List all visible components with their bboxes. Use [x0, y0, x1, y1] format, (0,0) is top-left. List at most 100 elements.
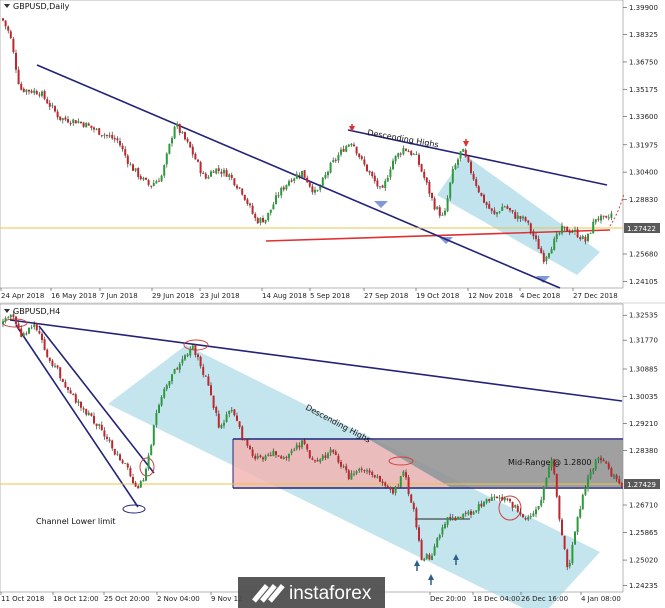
candle-body	[576, 229, 579, 238]
candle-body	[529, 223, 532, 232]
candle-body	[72, 119, 75, 123]
x-tick-label: 14 Aug 2018	[262, 292, 307, 300]
svg-text:instaforex: instaforex	[289, 583, 372, 604]
candle-body	[542, 487, 545, 500]
candle-body	[22, 88, 25, 92]
candle-body	[334, 451, 337, 455]
candle-body	[210, 385, 212, 396]
candle-body	[119, 454, 121, 461]
candle-body	[4, 20, 7, 27]
candle-body	[69, 123, 72, 125]
candle-body	[163, 165, 166, 176]
candle-body	[462, 513, 465, 518]
candle-body	[470, 511, 472, 515]
candle-body	[506, 206, 509, 209]
candle-body	[264, 219, 267, 223]
candle-body	[243, 194, 246, 200]
candle-body	[433, 198, 436, 210]
candle-body	[488, 204, 491, 209]
candle-body	[77, 121, 80, 123]
candle-body	[592, 221, 595, 234]
candle-body	[262, 457, 264, 460]
candle-body	[165, 385, 168, 390]
candle-body	[272, 204, 275, 210]
candle-body	[535, 509, 537, 515]
candle-body	[483, 195, 485, 203]
candle-body	[555, 234, 558, 239]
candle-body	[418, 154, 420, 165]
candle-body	[350, 143, 353, 146]
candle-body	[74, 120, 77, 124]
candle-body	[280, 456, 283, 459]
candle-body	[7, 317, 10, 319]
candle-body	[236, 185, 238, 189]
candle-body	[366, 164, 368, 172]
candle-body	[98, 128, 101, 135]
h4-title: GBPUSD,H4	[4, 307, 60, 316]
candle-body	[152, 425, 155, 445]
candle-body	[334, 159, 337, 161]
candle-body	[438, 207, 441, 216]
candle-body	[155, 181, 158, 184]
candle-body	[93, 415, 95, 424]
candle-body	[173, 126, 176, 139]
candle-body	[178, 364, 181, 370]
candle-body	[256, 456, 259, 459]
candle-body	[197, 354, 199, 358]
candle-body	[20, 83, 23, 90]
candle-body	[340, 149, 342, 155]
candle-body	[38, 331, 41, 334]
candle-body	[126, 463, 129, 468]
candle-body	[126, 155, 129, 164]
candle-body	[545, 256, 548, 262]
candle-body	[428, 554, 431, 560]
y-tick-label: 1.30400	[629, 169, 658, 177]
candle-body	[243, 438, 246, 440]
candle-body	[485, 499, 488, 503]
candle-body	[228, 410, 231, 414]
candle-body	[353, 473, 355, 475]
candle-body	[418, 527, 420, 541]
candle-body	[275, 451, 277, 455]
candle-body	[246, 439, 249, 446]
candle-body	[581, 235, 584, 240]
candle-body	[579, 509, 582, 518]
candle-body	[475, 510, 478, 512]
candle-body	[436, 206, 439, 210]
candle-body	[204, 375, 207, 377]
candle-body	[145, 468, 147, 481]
candle-body	[186, 354, 189, 357]
candle-body	[288, 454, 290, 459]
candle-body	[194, 344, 197, 356]
candle-body	[56, 365, 59, 368]
candle-body	[574, 229, 576, 232]
candle-body	[535, 235, 537, 239]
candle-body	[446, 198, 449, 212]
candle-body	[306, 444, 309, 450]
candle-body	[108, 439, 111, 441]
y-tick-label: 1.26710	[629, 502, 658, 510]
candle-body	[293, 449, 296, 451]
candle-body	[329, 162, 332, 173]
candle-body	[46, 349, 49, 357]
candle-body	[295, 174, 298, 179]
candle-body	[269, 209, 272, 213]
candle-body	[519, 216, 522, 219]
candle-body	[405, 148, 407, 151]
candle-body	[462, 149, 465, 152]
daily-chart-panel: Descending Highs	[0, 0, 625, 289]
x-tick-label: 9 Nov 12	[211, 595, 242, 603]
candle-body	[327, 453, 329, 458]
candle-body	[30, 327, 33, 329]
candle-body	[316, 460, 319, 462]
candle-body	[514, 505, 517, 508]
candle-body	[90, 413, 93, 416]
candle-body	[602, 215, 605, 217]
candle-body	[139, 176, 142, 180]
candle-body	[412, 502, 415, 510]
candle-body	[581, 494, 584, 510]
candle-body	[295, 444, 298, 449]
candle-body	[566, 226, 569, 232]
candle-body	[540, 248, 543, 254]
candle-body	[246, 199, 249, 204]
